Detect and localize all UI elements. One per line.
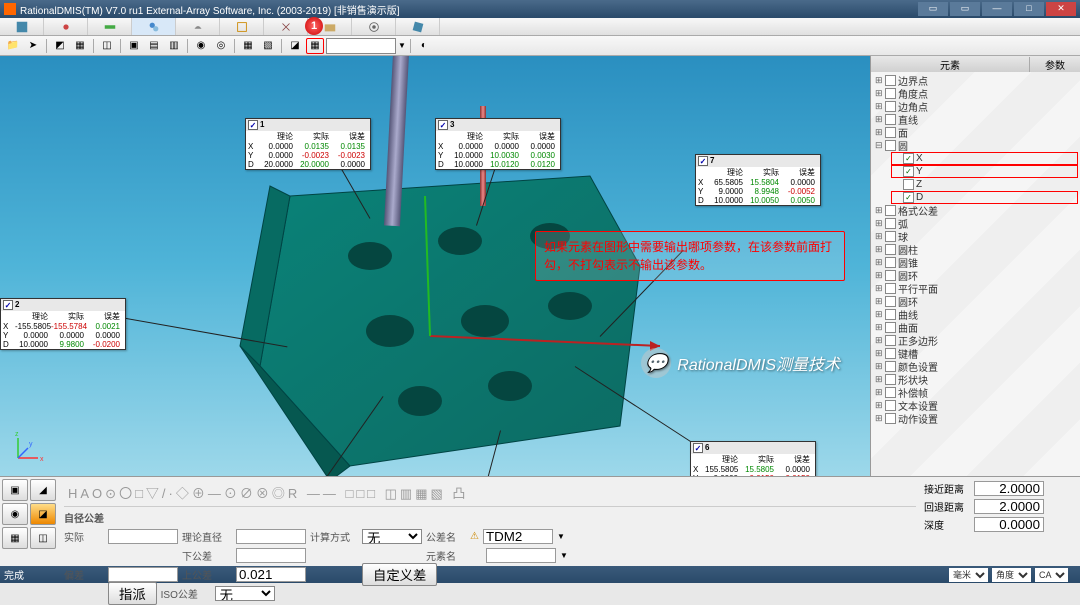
- tool-icon[interactable]: ▦: [239, 38, 257, 54]
- depth-input[interactable]: [974, 517, 1044, 532]
- menu-tab[interactable]: [396, 18, 440, 35]
- status-text: 完成: [4, 567, 24, 582]
- menu-bar: [0, 18, 1080, 36]
- shape-row[interactable]: HAO⊙〇□▽/·◇⊕—⊙∅⊗◎R —— □□□ ◫▥▦▧ 凸: [64, 479, 916, 507]
- lower-tol-input[interactable]: [236, 548, 306, 563]
- data-table[interactable]: ✓2理论实际误差X-155.5805-155.57840.0021Y0.0000…: [0, 298, 126, 350]
- deviation-input[interactable]: [108, 567, 178, 582]
- menu-tab[interactable]: [352, 18, 396, 35]
- tool-icon[interactable]: ◫: [98, 38, 116, 54]
- menu-tab[interactable]: [0, 18, 44, 35]
- svg-text:y: y: [29, 441, 33, 448]
- tool-icon[interactable]: ◪: [286, 38, 304, 54]
- tool-icon[interactable]: ◐: [415, 38, 433, 54]
- tol-name-input[interactable]: [483, 529, 553, 544]
- menu-tab[interactable]: [264, 18, 308, 35]
- maximize-button[interactable]: □: [1014, 2, 1044, 16]
- retract-input[interactable]: [974, 499, 1044, 514]
- form-title: 自径公差: [64, 510, 124, 525]
- main-area: ✓1理论实际误差X0.00000.01350.0135Y0.0000-0.002…: [0, 56, 1080, 476]
- tool-icon[interactable]: ▥: [165, 38, 183, 54]
- element-tree[interactable]: 2 ⊞边界点⊞角度点⊞边角点⊞直线⊞面⊟圆✓X✓YZ✓D⊞格式公差⊞弧⊞球⊞圆柱…: [871, 72, 1080, 476]
- menu-tab[interactable]: [44, 18, 88, 35]
- data-table[interactable]: ✓1理论实际误差X0.00000.01350.0135Y0.0000-0.002…: [245, 118, 371, 170]
- annotation-box: 如果元素在图形中需要输出哪项参数，在该参数前面打勾，不打勾表示不输出该参数。: [535, 231, 845, 281]
- viewport-3d[interactable]: ✓1理论实际误差X0.00000.01350.0135Y0.0000-0.002…: [0, 56, 870, 476]
- ca-select[interactable]: CA: [1035, 568, 1068, 582]
- tool-report-button[interactable]: ▦ 1: [306, 38, 324, 54]
- approach-input[interactable]: [974, 481, 1044, 496]
- wechat-icon: 💬: [641, 348, 671, 378]
- iso-tol-select[interactable]: 无: [215, 586, 275, 601]
- tool-icon[interactable]: ◩: [51, 38, 69, 54]
- bottom-tool-grid: ▣ ◢ ◉ ◪ ▦ ◫: [0, 477, 60, 566]
- axes-indicator: x z y: [10, 426, 50, 466]
- extra-btn-1[interactable]: ▭: [918, 2, 948, 16]
- sidebar: 元素参数 2 ⊞边界点⊞角度点⊞边角点⊞直线⊞面⊟圆✓X✓YZ✓D⊞格式公差⊞弧…: [870, 56, 1080, 476]
- extra-btn-2[interactable]: ▭: [950, 2, 980, 16]
- callout-1: 1: [305, 17, 323, 35]
- calc-mode-select[interactable]: 无: [362, 529, 422, 544]
- watermark: 💬 RationalDMIS测量技术: [641, 348, 840, 378]
- tool-icon[interactable]: ▣: [125, 38, 143, 54]
- menu-tab[interactable]: [132, 18, 176, 35]
- toolbar: 📁 ➤ ◩ ▦ ◫ ▣ ▤ ▥ ◉ ◎ ▦ ▧ ◪ ▦ 1 ▼ ◐: [0, 36, 1080, 56]
- bottom-tool-icon[interactable]: ◫: [30, 527, 56, 549]
- tool-icon[interactable]: ▧: [259, 38, 277, 54]
- title-bar: RationalDMIS(TM) V7.0 ru1 External-Array…: [0, 0, 1080, 18]
- data-table[interactable]: ✓7理论实际误差X65.580515.58040.0000Y9.00008.99…: [695, 154, 821, 206]
- part-model: [230, 146, 670, 476]
- bottom-form: HAO⊙〇□▽/·◇⊕—⊙∅⊗◎R —— □□□ ◫▥▦▧ 凸 自径公差 实际 …: [60, 477, 920, 566]
- app-title: RationalDMIS(TM) V7.0 ru1 External-Array…: [20, 2, 400, 17]
- menu-tab[interactable]: [88, 18, 132, 35]
- assign-button[interactable]: 指派: [108, 582, 157, 605]
- tool-icon[interactable]: ▦: [71, 38, 89, 54]
- actual-input[interactable]: [108, 529, 178, 544]
- tree-sub-item[interactable]: ✓Y: [891, 165, 1078, 178]
- tree-sub-item[interactable]: Z: [891, 178, 1078, 191]
- menu-tab[interactable]: [176, 18, 220, 35]
- sidebar-header: 元素参数: [871, 56, 1080, 72]
- tool-icon[interactable]: ▤: [145, 38, 163, 54]
- bottom-panel: ▣ ◢ ◉ ◪ ▦ ◫ HAO⊙〇□▽/·◇⊕—⊙∅⊗◎R —— □□□ ◫▥▦…: [0, 476, 1080, 566]
- tool-open-icon[interactable]: 📁: [4, 38, 22, 54]
- bottom-tool-icon[interactable]: ▣: [2, 479, 28, 501]
- bottom-tool-icon[interactable]: ◢: [30, 479, 56, 501]
- app-icon: [4, 3, 16, 15]
- bottom-tool-icon[interactable]: ◪: [30, 503, 56, 525]
- upper-tol-input[interactable]: [236, 567, 306, 582]
- tool-arrow-icon[interactable]: ➤: [24, 38, 42, 54]
- theo-diam-input[interactable]: [236, 529, 306, 544]
- bottom-tool-icon[interactable]: ▦: [2, 527, 28, 549]
- angle-select[interactable]: 角度: [992, 568, 1031, 582]
- window-buttons: ▭ ▭ — □ ✕: [918, 2, 1076, 16]
- close-button[interactable]: ✕: [1046, 2, 1076, 16]
- data-table[interactable]: ✓3理论实际误差X0.00000.00000.0000Y10.000010.00…: [435, 118, 561, 170]
- unit-select[interactable]: 毫米: [949, 568, 988, 582]
- bottom-right-panel: 接近距离 回退距离 深度: [920, 477, 1080, 566]
- tree-item[interactable]: ⊟圆: [873, 139, 1078, 152]
- tree-sub-item[interactable]: ✓X: [891, 152, 1078, 165]
- tool-icon[interactable]: ◎: [212, 38, 230, 54]
- data-table[interactable]: ✓6理论实际误差X155.580515.58050.0000Y0.0000-0.…: [690, 441, 816, 476]
- svg-text:z: z: [15, 431, 19, 438]
- custom-tol-button[interactable]: 自定义差: [362, 563, 437, 586]
- menu-tab[interactable]: [220, 18, 264, 35]
- tree-item[interactable]: ⊞动作设置: [873, 412, 1078, 425]
- minimize-button[interactable]: —: [982, 2, 1012, 16]
- toolbar-combo[interactable]: [326, 38, 396, 54]
- elem-name-input[interactable]: [486, 548, 556, 563]
- tool-icon[interactable]: ◉: [192, 38, 210, 54]
- bottom-tool-icon[interactable]: ◉: [2, 503, 28, 525]
- svg-text:x: x: [40, 456, 44, 463]
